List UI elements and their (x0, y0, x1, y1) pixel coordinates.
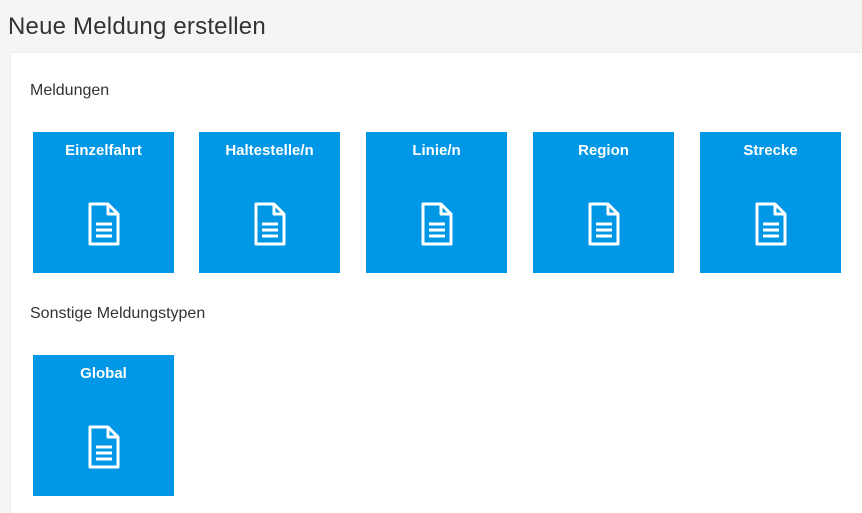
tile-label: Strecke (743, 142, 798, 159)
tile-label: Haltestelle/n (225, 142, 314, 159)
tile-linie[interactable]: Linie/n (366, 132, 507, 273)
document-icon (87, 202, 121, 246)
page-title: Neue Meldung erstellen (8, 13, 266, 40)
document-icon (420, 202, 454, 246)
tile-label: Einzelfahrt (65, 142, 142, 159)
section-title-meldungen: Meldungen (30, 82, 110, 99)
document-icon (754, 202, 788, 246)
tile-label: Global (80, 365, 127, 382)
tile-global[interactable]: Global (33, 355, 174, 496)
document-icon (87, 425, 121, 469)
tile-haltestelle[interactable]: Haltestelle/n (199, 132, 340, 273)
tile-region[interactable]: Region (533, 132, 674, 273)
tile-einzelfahrt[interactable]: Einzelfahrt (33, 132, 174, 273)
document-icon (253, 202, 287, 246)
tile-label: Region (578, 142, 629, 159)
tile-label: Linie/n (412, 142, 461, 159)
section-title-sonstige: Sonstige Meldungstypen (30, 305, 206, 322)
document-icon (587, 202, 621, 246)
tile-strecke[interactable]: Strecke (700, 132, 841, 273)
